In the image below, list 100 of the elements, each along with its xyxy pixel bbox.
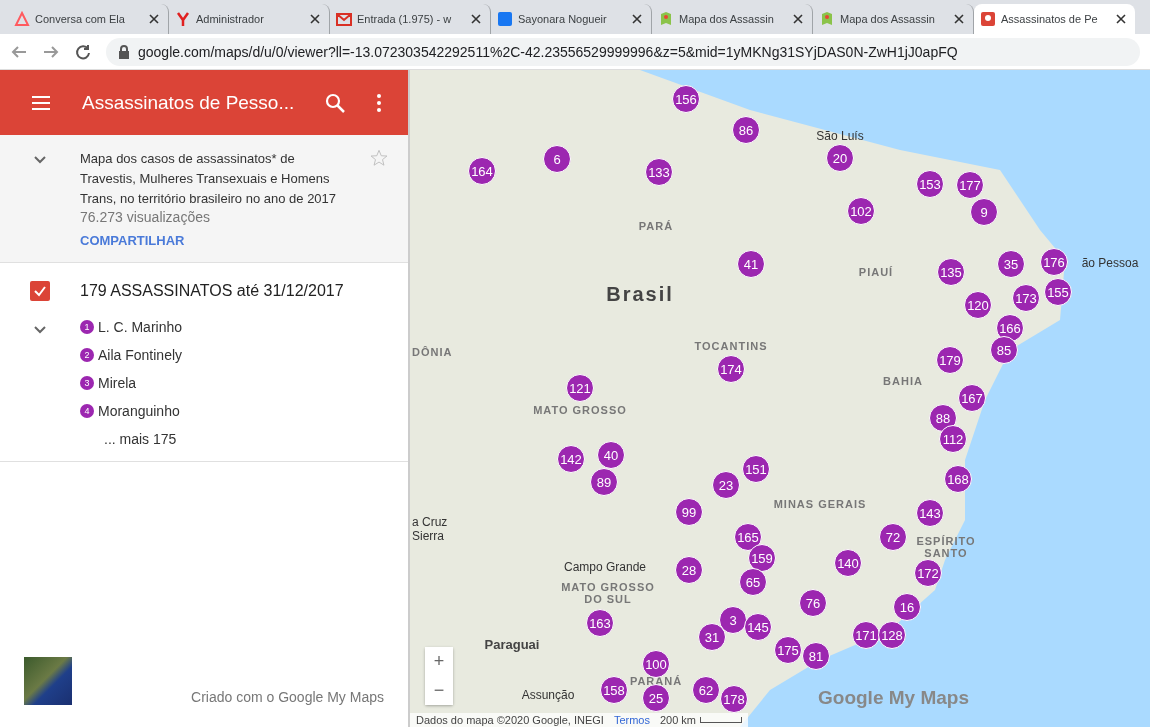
attribution-text: Dados do mapa ©2020 Google, INEGI	[416, 714, 604, 726]
more-items-link[interactable]: ... mais 175	[80, 431, 183, 447]
map-canvas[interactable]	[410, 70, 1150, 727]
map-marker[interactable]: 86	[732, 116, 760, 144]
map-marker[interactable]: 135	[937, 258, 965, 286]
number-marker: 2	[80, 348, 94, 362]
map-marker[interactable]: 168	[944, 465, 972, 493]
map-marker[interactable]: 31	[698, 623, 726, 651]
place-label: SANTO	[924, 547, 968, 559]
credit-text: Criado com o Google My Maps	[191, 689, 384, 705]
map-marker[interactable]: 173	[1012, 284, 1040, 312]
place-label: Campo Grande	[564, 560, 646, 574]
map-marker[interactable]: 120	[964, 291, 992, 319]
map-marker[interactable]: 156	[672, 85, 700, 113]
map-marker[interactable]: 20	[826, 144, 854, 172]
map-marker[interactable]: 72	[879, 523, 907, 551]
terms-link[interactable]: Termos	[613, 714, 650, 726]
map-marker[interactable]: 158	[600, 676, 628, 704]
number-marker: 4	[80, 404, 94, 418]
map-marker[interactable]: 178	[720, 685, 748, 713]
map-marker[interactable]: 88	[929, 404, 957, 432]
scale-bar	[700, 717, 743, 723]
browser-tab[interactable]: Assassinatos de Pe	[974, 4, 1135, 34]
map-description: Mapa dos casos de assassinatos* de Travestis, Mulheres Transexuais e Homens Trans, no território brasileiro no ano de 2017	[80, 150, 338, 208]
map-marker[interactable]: 140	[834, 549, 862, 577]
map-marker[interactable]: 62	[692, 676, 720, 704]
map-marker[interactable]: 85	[990, 336, 1018, 364]
map-marker[interactable]: 171	[852, 621, 880, 649]
place-label: MINAS GERAIS	[773, 498, 867, 510]
map-marker[interactable]: 81	[802, 642, 830, 670]
map-marker[interactable]: 151	[742, 455, 770, 483]
place-label: Brasil	[606, 282, 674, 306]
place-label: a Cruz	[412, 515, 448, 529]
map-marker[interactable]: 145	[744, 613, 772, 641]
map-marker[interactable]: 133	[645, 158, 673, 186]
layer-item[interactable]: 3 Mirela	[80, 375, 183, 391]
place-label: São Luís	[816, 129, 864, 143]
place-label: Assunção	[521, 688, 575, 702]
map-marker[interactable]: 166	[996, 314, 1024, 342]
map-marker[interactable]: 165	[734, 523, 762, 551]
map-marker[interactable]: 153	[916, 170, 944, 198]
place-label: MATO GROSSO	[561, 581, 655, 593]
map-marker[interactable]: 28	[675, 556, 703, 584]
site-icon	[497, 11, 513, 27]
map-marker[interactable]: 76	[799, 589, 827, 617]
site-icon	[175, 11, 191, 27]
layer-item[interactable]: 2 Aila Fontinely	[80, 347, 183, 363]
map-marker[interactable]: 159	[748, 544, 776, 572]
satellite-thumbnail[interactable]	[24, 657, 72, 705]
map-marker[interactable]: 23	[712, 471, 740, 499]
map-marker[interactable]: 89	[590, 468, 618, 496]
map-marker[interactable]: 121	[566, 374, 594, 402]
place-label: ESPÍRITO	[916, 535, 976, 547]
map-marker[interactable]: 6	[543, 145, 571, 173]
star-icon[interactable]	[370, 149, 388, 167]
map-marker[interactable]: 112	[939, 425, 967, 453]
map-marker[interactable]: 167	[958, 384, 986, 412]
map-marker[interactable]: 142	[557, 445, 585, 473]
place-label: Sierra	[412, 529, 444, 543]
place-label: Paraguai	[484, 636, 540, 652]
map-marker[interactable]: 65	[739, 568, 767, 596]
search-icon[interactable]	[324, 91, 347, 114]
map-marker[interactable]: 164	[468, 157, 496, 185]
zoom-in-button[interactable]: +	[425, 647, 453, 676]
map-marker[interactable]: 179	[936, 346, 964, 374]
map-marker[interactable]: 41	[737, 250, 765, 278]
place-label: DO SUL	[584, 593, 632, 605]
map-marker[interactable]: 177	[956, 171, 984, 199]
layer-item[interactable]: 4 Moranguinho	[80, 403, 183, 419]
map-marker[interactable]: 175	[774, 636, 802, 664]
map-marker[interactable]: 35	[997, 250, 1025, 278]
map-marker[interactable]: 100	[642, 650, 670, 678]
map-marker[interactable]: 40	[597, 441, 625, 469]
layer-item[interactable]: 1 L. C. Marinho	[80, 319, 183, 335]
address-bar[interactable]: google.com/maps/d/u/0/viewer?ll=-13.072303542292511%2C-42.23556529999996&z=5&mid=1yMKNg31SYjDAS0N-ZwH1jJ0apFQ	[106, 37, 1140, 66]
site-icon	[980, 11, 996, 27]
map-marker[interactable]: 172	[914, 559, 942, 587]
layer-title: 179 ASSASSINATOS até 31/12/2017	[80, 282, 344, 300]
place-label: MATO GROSSO	[533, 404, 627, 416]
url-text: google.com/maps/d/u/0/viewer?ll=-13.072303542292511%2C-42.23556529999996&z=5&mid=1yMKNg31SYjDAS0N-ZwH1jJ0apFQ	[138, 43, 958, 60]
map-marker[interactable]: 3	[719, 606, 747, 634]
place-label: DÔNIA	[412, 346, 453, 358]
layer-checkbox[interactable]	[30, 281, 50, 301]
map-marker[interactable]: 176	[1040, 248, 1068, 276]
zoom-out-button[interactable]: −	[425, 676, 453, 705]
map-marker[interactable]: 155	[1044, 278, 1072, 306]
map-marker[interactable]: 174	[717, 355, 745, 383]
map-marker[interactable]: 102	[847, 197, 875, 225]
reload-icon[interactable]	[74, 42, 92, 61]
map-marker[interactable]: 9	[970, 198, 998, 226]
share-link[interactable]: COMPARTILHAR	[80, 233, 340, 248]
map-marker[interactable]: 25	[642, 684, 670, 712]
map-marker[interactable]: 163	[586, 609, 614, 637]
map-marker[interactable]: 99	[675, 498, 703, 526]
place-label: ão Pessoa	[1081, 256, 1139, 270]
map-marker[interactable]: 16	[893, 593, 921, 621]
place-label: BAHIA	[883, 375, 923, 387]
number-marker: 3	[80, 376, 94, 390]
view-count: 76.273 visualizações	[80, 209, 211, 225]
map-marker[interactable]: 143	[916, 499, 944, 527]
